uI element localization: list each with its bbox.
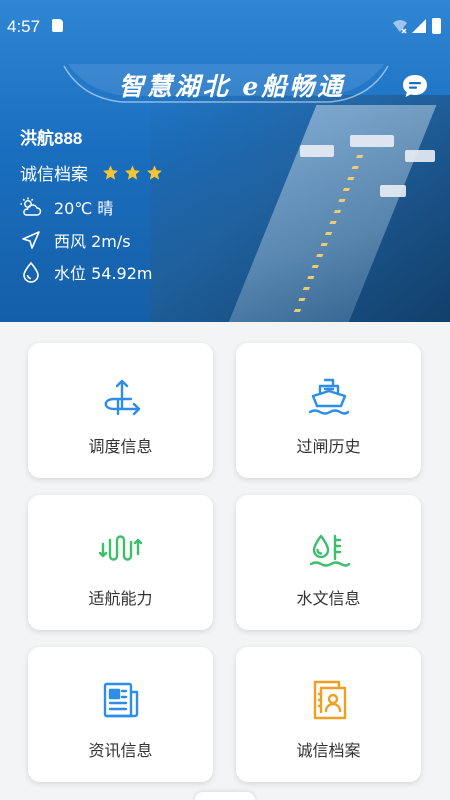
menu-label: 适航能力: [88, 589, 153, 608]
menu-news[interactable]: 资讯信息: [28, 647, 213, 782]
ship-icon: [307, 374, 351, 418]
navigability-icon: [98, 526, 143, 570]
menu-hydrology[interactable]: 水文信息: [236, 495, 421, 630]
menu-dispatch-info[interactable]: 调度信息: [28, 343, 213, 478]
water-level-row: 水位 54.92m: [20, 260, 152, 284]
signal-icon: [412, 19, 426, 33]
star-icon: [147, 165, 162, 180]
ship-lock-photo: [150, 95, 450, 322]
status-bar: 4:57: [0, 0, 450, 54]
star-icon: [125, 165, 140, 180]
ship-name: 洪航888: [20, 129, 83, 148]
slogan-text: 智慧湖北 e船畅通: [118, 72, 346, 101]
credit-file-icon: [307, 678, 351, 722]
menu-credit-file[interactable]: 诚信档案: [236, 647, 421, 782]
battery-icon: [432, 18, 441, 34]
weather-row: 20℃ 晴: [20, 195, 113, 219]
credit-rating[interactable]: 诚信档案: [20, 160, 163, 185]
dispatch-icon: [99, 374, 143, 418]
header-banner: 4:57 智慧湖北 e船畅通 洪航888 诚信档案 20℃ 晴 西风 2m/s …: [0, 0, 450, 322]
star-icon: [103, 165, 118, 180]
credit-stars: [102, 164, 163, 181]
wind-row: 西风 2m/s: [20, 228, 131, 252]
slogan-banner: 智慧湖北 e船畅通: [62, 58, 390, 108]
menu-label: 资讯信息: [88, 741, 153, 760]
wind-text: 西风 2m/s: [54, 232, 131, 251]
chat-bubble-icon: [403, 75, 427, 97]
water-level-text: 水位 54.92m: [54, 264, 153, 283]
partly-cloudy-icon: [20, 196, 42, 218]
menu-label: 调度信息: [88, 437, 153, 456]
sim-card-icon: [52, 19, 63, 32]
menu-lock-history[interactable]: 过闸历史: [236, 343, 421, 478]
menu-navigability[interactable]: 适航能力: [28, 495, 213, 630]
news-icon: [99, 678, 143, 722]
bottom-tab-handle[interactable]: [195, 792, 255, 800]
status-time: 4:57: [7, 17, 41, 36]
menu-label: 水文信息: [296, 589, 361, 608]
weather-text: 20℃ 晴: [54, 199, 114, 218]
navigation-arrow-icon: [20, 229, 42, 251]
water-drop-icon: [20, 261, 42, 283]
credit-label: 诚信档案: [20, 165, 88, 185]
message-button[interactable]: [401, 72, 429, 100]
hydrology-icon: [307, 526, 351, 570]
menu-label: 过闸历史: [296, 437, 361, 456]
wifi-icon: [393, 20, 407, 34]
menu-label: 诚信档案: [296, 741, 361, 760]
